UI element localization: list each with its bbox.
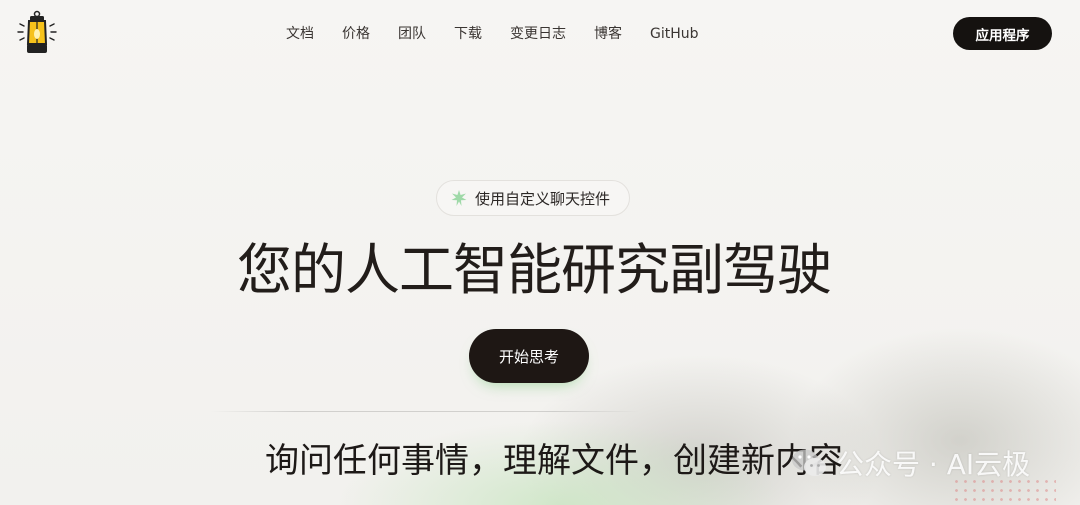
nav-link-blog[interactable]: 博客 bbox=[594, 22, 622, 46]
start-thinking-button[interactable]: 开始思考 bbox=[469, 329, 589, 383]
custom-chat-badge[interactable]: 使用自定义聊天控件 bbox=[436, 180, 630, 216]
badge-label: 使用自定义聊天控件 bbox=[475, 189, 611, 208]
sparkle-icon bbox=[451, 190, 467, 206]
lantern-logo-icon[interactable] bbox=[16, 10, 58, 56]
app-button[interactable]: 应用程序 bbox=[953, 17, 1052, 50]
nav-link-team[interactable]: 团队 bbox=[398, 22, 426, 46]
decorative-dots bbox=[952, 477, 1056, 501]
nav-link-github[interactable]: GitHub bbox=[650, 22, 699, 46]
wechat-icon bbox=[790, 446, 828, 480]
section-divider bbox=[210, 411, 640, 412]
hero-subtitle: 询问任何事情，理解文件，创建新内容 bbox=[265, 441, 843, 481]
hero-title: 您的人工智能研究副驾驶 bbox=[236, 238, 832, 302]
top-navbar: 文档 价格 团队 下载 变更日志 博客 GitHub 应用程序 bbox=[0, 0, 1080, 68]
nav-link-changelog[interactable]: 变更日志 bbox=[510, 22, 566, 46]
main-nav: 文档 价格 团队 下载 变更日志 博客 GitHub bbox=[286, 22, 727, 46]
nav-link-download[interactable]: 下载 bbox=[454, 22, 482, 46]
nav-link-docs[interactable]: 文档 bbox=[286, 22, 314, 46]
nav-link-pricing[interactable]: 价格 bbox=[342, 22, 370, 46]
